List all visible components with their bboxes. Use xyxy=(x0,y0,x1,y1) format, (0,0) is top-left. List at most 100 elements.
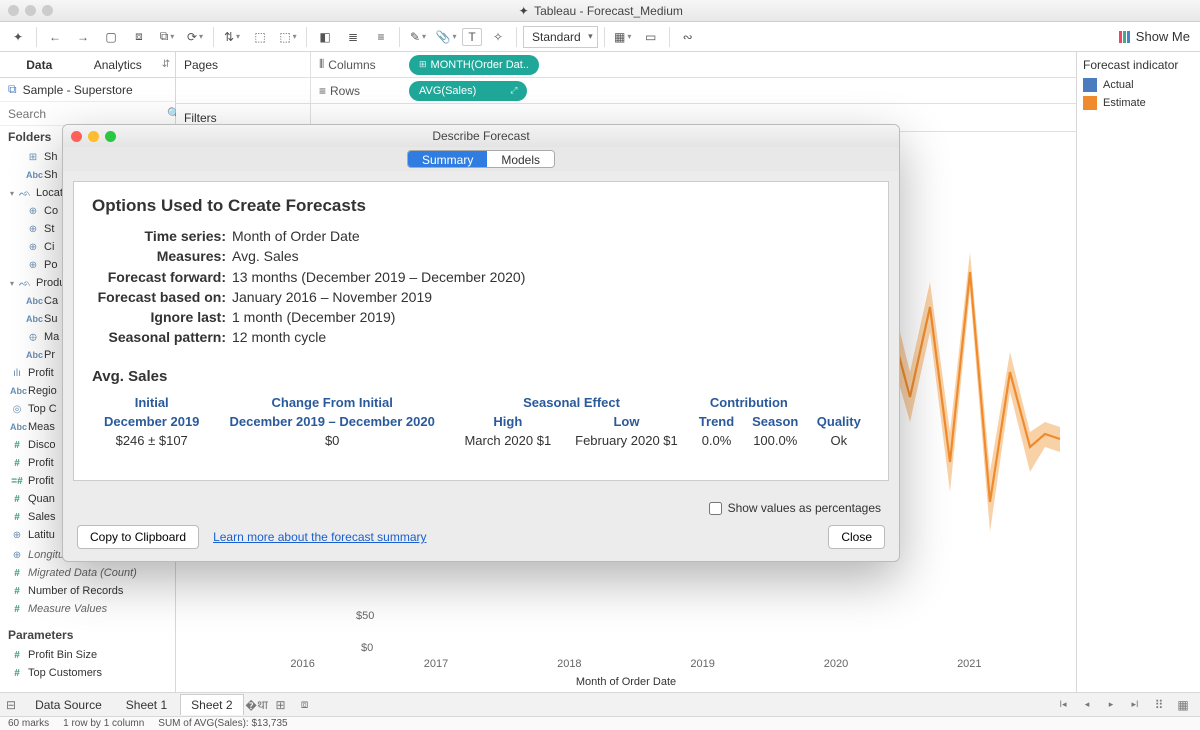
save-icon[interactable]: ▢ xyxy=(99,26,123,48)
hash-icon: # xyxy=(10,512,24,523)
sheet-tab-bar: ⊟ Data Source Sheet 1 Sheet 2 �था ⊞ ⧈ I◂… xyxy=(0,692,1200,716)
field-row[interactable]: #Number of Records xyxy=(0,582,175,600)
abc-icon[interactable]: ≡ xyxy=(369,26,393,48)
show-me-button[interactable]: Show Me xyxy=(1119,29,1190,44)
hash-icon: # xyxy=(10,458,24,469)
param-row[interactable]: #Top Customers xyxy=(0,664,175,682)
text-icon[interactable]: T xyxy=(462,28,482,46)
dialog-close-icon[interactable] xyxy=(71,131,82,142)
forward-icon[interactable]: → xyxy=(71,26,95,48)
datasource-row[interactable]: ⧉ Sample - Superstore xyxy=(0,78,175,102)
new-sheet-icon[interactable]: ⧉ xyxy=(155,26,179,48)
percent-checkbox[interactable] xyxy=(709,502,722,515)
star-icon[interactable]: ✧ xyxy=(486,26,510,48)
last-sheet-icon[interactable]: ▸I xyxy=(1124,695,1146,715)
table-cell: $0 xyxy=(211,431,453,450)
traffic-max[interactable] xyxy=(42,5,53,16)
refresh-icon[interactable]: ⟳ xyxy=(183,26,207,48)
hier-icon: ᨒ xyxy=(18,278,32,289)
dialog-max-icon[interactable] xyxy=(105,131,116,142)
cards-icon[interactable]: ▦ xyxy=(611,26,635,48)
y-tick-0: $0 xyxy=(361,642,1068,654)
table-cell: 100.0% xyxy=(743,431,808,450)
set-icon: ◎ xyxy=(10,404,24,415)
table-cell: 0.0% xyxy=(690,431,743,450)
tab-data-source[interactable]: Data Source xyxy=(24,694,113,715)
x-axis-label: Month of Order Date xyxy=(176,676,1076,688)
close-button[interactable]: Close xyxy=(828,525,885,549)
window-titlebar: ✦ Tableau - Forecast_Medium xyxy=(0,0,1200,22)
option-row: Seasonal pattern:12 month cycle xyxy=(92,327,870,347)
new-dashboard-icon[interactable]: ⊞ xyxy=(270,695,292,715)
x-tick: 2020 xyxy=(824,658,848,670)
options-heading: Options Used to Create Forecasts xyxy=(92,196,870,216)
traffic-min[interactable] xyxy=(25,5,36,16)
tab-models[interactable]: Models xyxy=(487,151,554,167)
next-sheet-icon[interactable]: ▸ xyxy=(1100,695,1122,715)
fit-selector[interactable]: Standard xyxy=(523,26,598,48)
sort-asc-icon[interactable]: ⬚ xyxy=(248,26,272,48)
legend-item[interactable]: Actual xyxy=(1083,76,1194,94)
dialog-min-icon[interactable] xyxy=(88,131,99,142)
field-row[interactable]: #Migrated Data (Count) xyxy=(0,564,175,582)
copy-button[interactable]: Copy to Clipboard xyxy=(77,525,199,549)
table-group-header xyxy=(808,393,870,412)
back-icon[interactable]: ← xyxy=(43,26,67,48)
totals-icon[interactable]: ≣ xyxy=(341,26,365,48)
group-icon[interactable]: ◧ xyxy=(313,26,337,48)
hash-icon: # xyxy=(10,604,24,615)
globe-icon: ⊕ xyxy=(26,260,40,271)
prev-sheet-icon[interactable]: ◂ xyxy=(1076,695,1098,715)
status-sum: SUM of AVG(Sales): $13,735 xyxy=(158,718,287,729)
share-icon[interactable]: ∾ xyxy=(676,26,700,48)
table-group-header: Change From Initial xyxy=(211,393,453,412)
new-datasource-icon[interactable]: ⧈ xyxy=(127,26,151,48)
x-tick: 2019 xyxy=(690,658,714,670)
field-row[interactable]: #Measure Values xyxy=(0,600,175,618)
tab-sheet-2[interactable]: Sheet 2 xyxy=(180,694,243,715)
sort-desc-icon[interactable]: ⬚ xyxy=(276,26,300,48)
param-row[interactable]: #Profit Bin Size xyxy=(0,646,175,664)
app-icon: ✦ xyxy=(517,4,530,17)
x-tick: 2017 xyxy=(424,658,448,670)
pill-menu-icon[interactable]: ⤢ xyxy=(510,85,517,96)
hash-icon: # xyxy=(10,440,24,451)
legend-item[interactable]: Estimate xyxy=(1083,94,1194,112)
table-sub-header: High xyxy=(453,412,563,431)
tableau-logo-icon[interactable]: ✦ xyxy=(6,26,30,48)
new-worksheet-icon[interactable]: �था xyxy=(246,695,268,715)
table-sub-header: December 2019 – December 2020 xyxy=(211,412,453,431)
first-sheet-icon[interactable]: I◂ xyxy=(1052,695,1074,715)
clip-icon: 𐀏 xyxy=(26,330,40,344)
tab-summary[interactable]: Summary xyxy=(408,151,487,167)
sheet-sorter-icon[interactable]: ▦ xyxy=(1172,695,1194,715)
percent-label: Show values as percentages xyxy=(728,501,881,515)
pages-shelf[interactable]: Pages xyxy=(176,52,311,77)
status-marks: 60 marks xyxy=(8,718,49,729)
describe-forecast-dialog: Describe Forecast Summary Models Options… xyxy=(62,124,900,562)
show-sheets-icon[interactable]: ⠿ xyxy=(1148,695,1170,715)
rows-pill[interactable]: AVG(Sales)⤢ xyxy=(409,81,527,101)
abc-icon: Abc xyxy=(10,386,24,396)
dialog-title: Describe Forecast xyxy=(432,129,529,143)
learn-more-link[interactable]: Learn more about the forecast summary xyxy=(213,530,426,544)
main-toolbar: ✦ ← → ▢ ⧈ ⧉ ⟳ ⇅ ⬚ ⬚ ◧ ≣ ≡ ✎ 📎 T ✧ Standa… xyxy=(0,22,1200,52)
x-tick: 2021 xyxy=(957,658,981,670)
new-story-icon[interactable]: ⧈ xyxy=(294,695,316,715)
window-title: Tableau - Forecast_Medium xyxy=(534,4,683,18)
abc-icon: Abc xyxy=(26,314,40,324)
tab-swap-icon[interactable]: ⇵ xyxy=(157,52,175,77)
tab-data[interactable]: Data xyxy=(0,52,79,77)
table-group-header: Initial xyxy=(92,393,211,412)
abc-icon: Abc xyxy=(10,422,24,432)
pin-icon[interactable]: 📎 xyxy=(434,26,458,48)
highlight-icon[interactable]: ✎ xyxy=(406,26,430,48)
traffic-close[interactable] xyxy=(8,5,19,16)
swap-icon[interactable]: ⇅ xyxy=(220,26,244,48)
tab-sheet-1[interactable]: Sheet 1 xyxy=(115,694,178,715)
presentation-icon[interactable]: ▭ xyxy=(639,26,663,48)
globe-icon: ⊕ xyxy=(26,206,40,217)
columns-pill[interactable]: ⊞MONTH(Order Dat.. xyxy=(409,55,539,75)
tab-analytics[interactable]: Analytics xyxy=(79,52,158,77)
search-input[interactable] xyxy=(4,107,163,121)
